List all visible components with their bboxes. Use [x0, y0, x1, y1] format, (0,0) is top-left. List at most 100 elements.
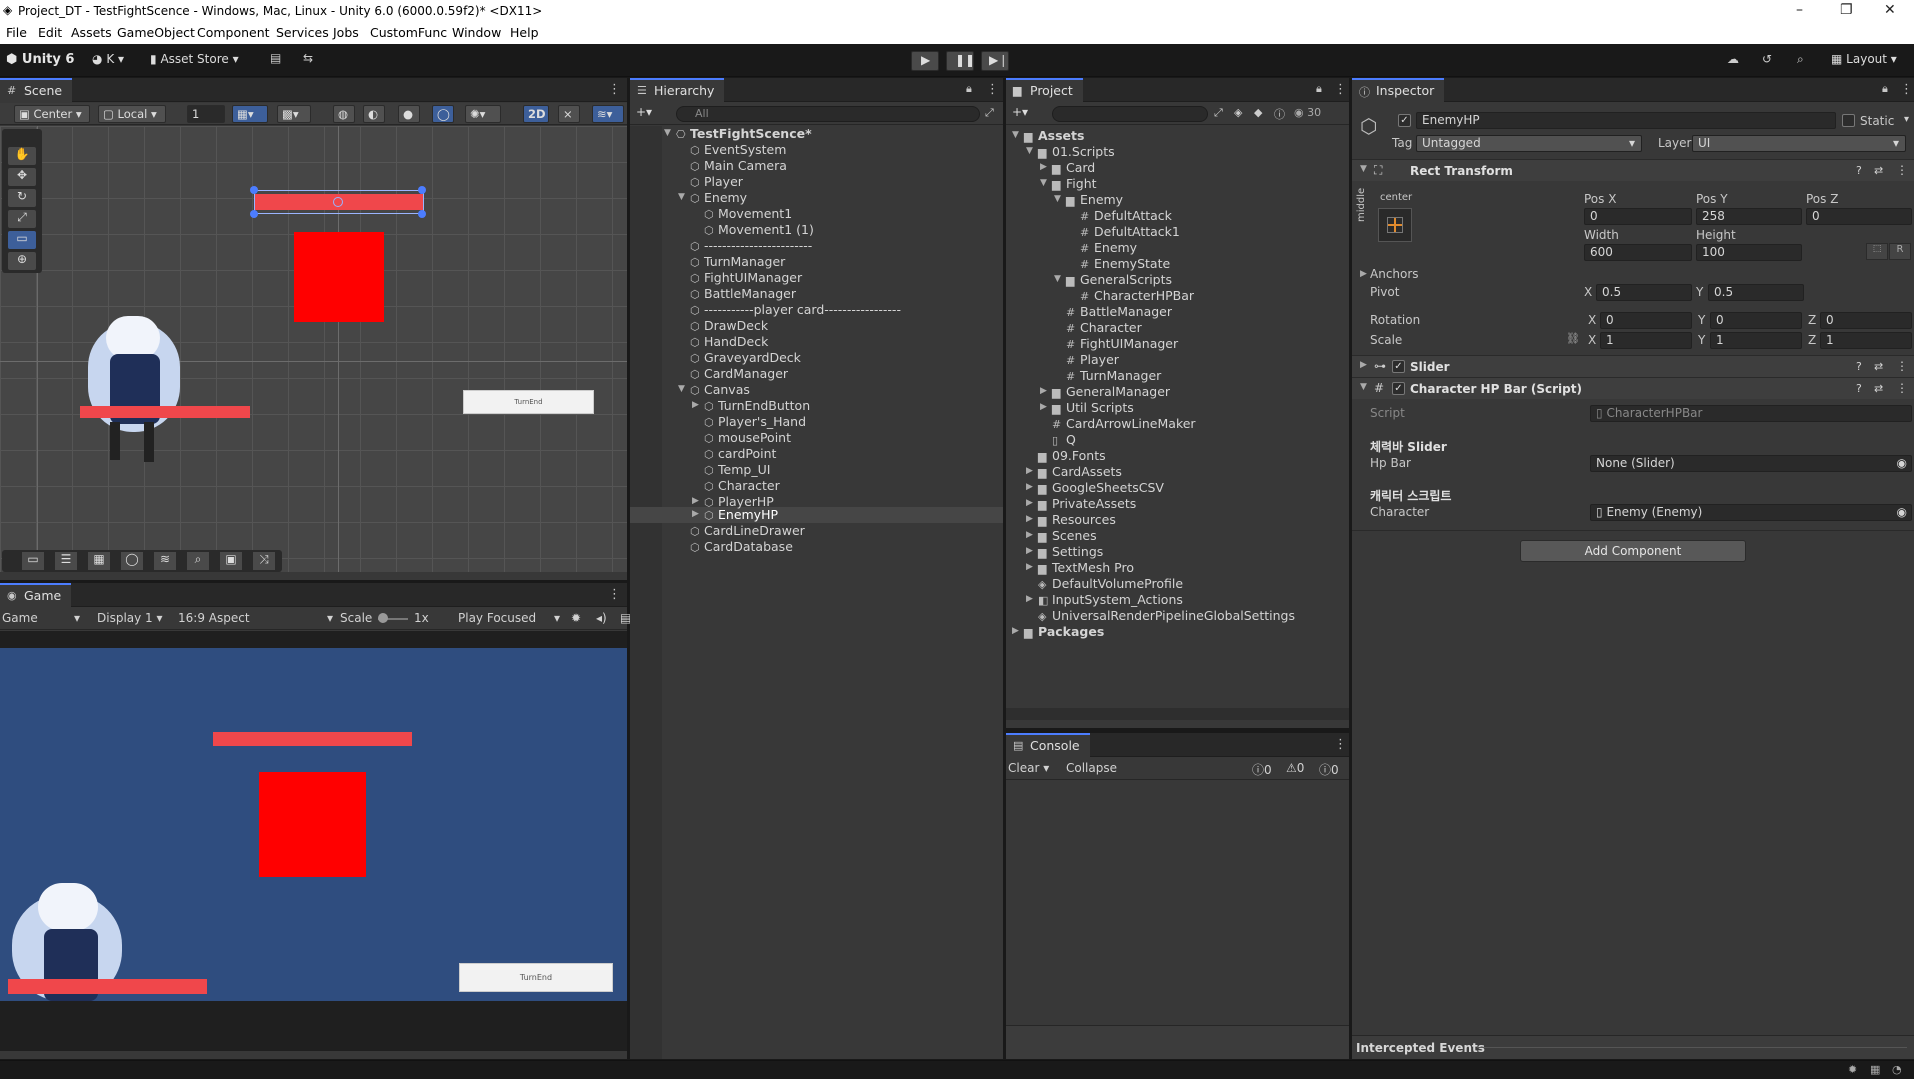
rotation-y-input[interactable]: 0: [1710, 312, 1802, 329]
rect-snap-icon[interactable]: ▭: [22, 552, 44, 570]
help-icon[interactable]: ?: [1856, 382, 1862, 395]
bug-icon[interactable]: ✹: [571, 611, 581, 625]
hierarchy-item[interactable]: ⬡ Player: [690, 174, 743, 190]
project-folder[interactable]: ▆ Settings: [1038, 544, 1103, 560]
hierarchy-create-button[interactable]: +▾: [636, 105, 652, 119]
project-script[interactable]: # DefultAttack1: [1080, 224, 1180, 240]
move-tool-icon[interactable]: ✥: [8, 168, 36, 186]
slider-header[interactable]: ▶ ⊶ ✓ Slider ? ⇄ ⋮: [1352, 355, 1914, 377]
rect-handle-br[interactable]: [418, 210, 426, 218]
collapse-arrow[interactable]: ▶: [1360, 360, 1367, 370]
filter-label-icon[interactable]: ◆: [1254, 106, 1262, 119]
grid-toggle-icon[interactable]: ▦▾: [232, 105, 268, 123]
project-folder[interactable]: ▆ CardAssets: [1038, 464, 1122, 480]
project-folder[interactable]: ▆ 09.Fonts: [1038, 448, 1106, 464]
play-mode-dropdown[interactable]: Play Focused ▾: [458, 611, 560, 625]
expand-arrow[interactable]: ▼: [1040, 178, 1047, 188]
collapse-arrow[interactable]: ▼: [1360, 164, 1367, 174]
rotation-z-input[interactable]: 0: [1820, 312, 1912, 329]
project-folder[interactable]: ▆ Util Scripts: [1052, 400, 1134, 416]
expand-arrow[interactable]: ▶: [1360, 269, 1367, 279]
space-dropdown[interactable]: ▢ Local ▾: [98, 105, 166, 123]
active-checkbox[interactable]: ✓: [1398, 114, 1411, 127]
scene-search-icon[interactable]: ⤢: [985, 106, 994, 120]
project-folder[interactable]: ▆ Fight: [1052, 176, 1097, 192]
pivot-dropdown[interactable]: ▣ Center ▾: [14, 105, 90, 123]
project-folder[interactable]: ▆ Resources: [1038, 512, 1116, 528]
add-component-button[interactable]: Add Component: [1520, 540, 1746, 562]
height-input[interactable]: 100: [1696, 244, 1802, 261]
game-turn-end-button[interactable]: TurnEnd: [459, 963, 613, 992]
hierarchy-item[interactable]: ⬡ Main Camera: [690, 158, 787, 174]
component-menu-icon[interactable]: ⋮: [1896, 163, 1908, 177]
info-icon[interactable]: ⓘ: [1274, 106, 1285, 122]
grid-icon[interactable]: ▦: [88, 552, 110, 570]
gizmos-icon[interactable]: ✺▾: [465, 105, 501, 123]
search-scope-icon[interactable]: ⤢: [1214, 106, 1223, 120]
hierarchy-item[interactable]: ⬡ CardLineDrawer: [690, 523, 805, 539]
scene-turn-end-button[interactable]: TurnEnd: [463, 390, 594, 414]
menu-services[interactable]: Services: [276, 25, 329, 40]
unity-account-button[interactable]: ⬢ Unity 6: [6, 52, 74, 67]
display-dropdown[interactable]: Display 1 ▾: [97, 611, 163, 625]
anchors-label[interactable]: Anchors: [1370, 267, 1419, 281]
console-collapse-button[interactable]: Collapse: [1066, 761, 1117, 775]
layout-dropdown[interactable]: ▦ Layout ▾: [1831, 52, 1897, 66]
project-folder[interactable]: ▆ 01.Scripts: [1038, 144, 1115, 160]
filter-type-icon[interactable]: ◈: [1234, 106, 1242, 119]
scale-slider-handle[interactable]: [378, 613, 388, 623]
align-icon[interactable]: ☰: [55, 552, 77, 570]
object-picker-icon[interactable]: ◉: [1897, 505, 1907, 520]
project-script[interactable]: # BattleManager: [1066, 304, 1172, 320]
rect-handle-tl[interactable]: [250, 186, 258, 194]
progress-icon[interactable]: ◔: [1892, 1063, 1902, 1076]
hierarchy-item[interactable]: ⬡ EventSystem: [690, 142, 786, 158]
project-asset[interactable]: ▯ Q: [1052, 432, 1076, 448]
raw-edit-button[interactable]: R: [1889, 243, 1911, 260]
tag-dropdown[interactable]: Untagged ▾: [1416, 135, 1642, 152]
project-script[interactable]: # EnemyState: [1080, 256, 1170, 272]
project-folder[interactable]: ▆ Assets: [1024, 128, 1084, 144]
project-folder[interactable]: ▆ PrivateAssets: [1038, 496, 1136, 512]
width-input[interactable]: 600: [1584, 244, 1692, 261]
close-icon[interactable]: ✕: [1884, 2, 1896, 18]
enemy-sprite[interactable]: [294, 232, 384, 322]
user-account-button[interactable]: ◕ K ▾: [92, 52, 124, 66]
menu-jobs[interactable]: Jobs: [333, 25, 359, 40]
hpbar-script-header[interactable]: ▼ # ✓ Character HP Bar (Script) ? ⇄ ⋮: [1352, 377, 1914, 399]
scene-viewport[interactable]: TurnEnd ✋ ✥ ↻ ⤢ ▭ ⊕ ▭ ☰ ▦ ◯ ≋ ⌕ ▣ ⤨: [0, 126, 627, 572]
rect-transform-header[interactable]: ▼ ⛶ Rect Transform ? ⇄ ⋮: [1352, 159, 1914, 181]
shading-wire-icon[interactable]: ◍: [333, 105, 355, 123]
asset-store-button[interactable]: ▮ Asset Store ▾: [150, 52, 239, 66]
static-checkbox[interactable]: [1842, 114, 1855, 127]
menu-assets[interactable]: Assets: [71, 25, 112, 40]
game-view-dropdown[interactable]: Game ▾: [2, 611, 80, 625]
pause-button[interactable]: ❚❚: [946, 51, 975, 71]
project-script[interactable]: # DefultAttack: [1080, 208, 1172, 224]
hierarchy-item[interactable]: ⬡ ------------------------: [690, 238, 812, 254]
hierarchy-item[interactable]: ⬡ CardDatabase: [690, 539, 793, 555]
anchor-preset-button[interactable]: [1378, 208, 1412, 242]
lock-icon[interactable]: 🔒︎: [966, 82, 972, 96]
expand-arrow[interactable]: ▼: [1012, 130, 1019, 140]
history-icon[interactable]: ↺: [1762, 52, 1772, 66]
hierarchy-item[interactable]: ⬡ TurnEndButton: [704, 398, 810, 414]
menu-edit[interactable]: Edit: [38, 25, 62, 40]
cache-icon[interactable]: ▦: [1870, 1063, 1880, 1076]
audio-mute-icon[interactable]: ⨯: [558, 105, 580, 123]
project-folder[interactable]: ▆ Scenes: [1038, 528, 1097, 544]
shading-shaded-icon[interactable]: ◐: [363, 105, 385, 123]
pos-x-input[interactable]: 0: [1584, 208, 1692, 225]
tab-console[interactable]: ▤ Console: [1006, 733, 1090, 757]
audio-icon[interactable]: ◂): [596, 611, 607, 625]
expand-arrow[interactable]: ▶: [1026, 530, 1033, 540]
hierarchy-item[interactable]: ⬡ BattleManager: [690, 286, 796, 302]
minimize-icon[interactable]: –: [1796, 2, 1803, 18]
hierarchy-item[interactable]: ⬡ CardManager: [690, 366, 788, 382]
hierarchy-item[interactable]: ⬡ Character: [704, 478, 780, 494]
object-picker-icon[interactable]: ◉: [1897, 456, 1907, 471]
grid-snap-input[interactable]: 1: [187, 105, 225, 123]
project-script[interactable]: # FightUIManager: [1066, 336, 1178, 352]
menu-file[interactable]: File: [6, 25, 27, 40]
menu-help[interactable]: Help: [510, 25, 539, 40]
